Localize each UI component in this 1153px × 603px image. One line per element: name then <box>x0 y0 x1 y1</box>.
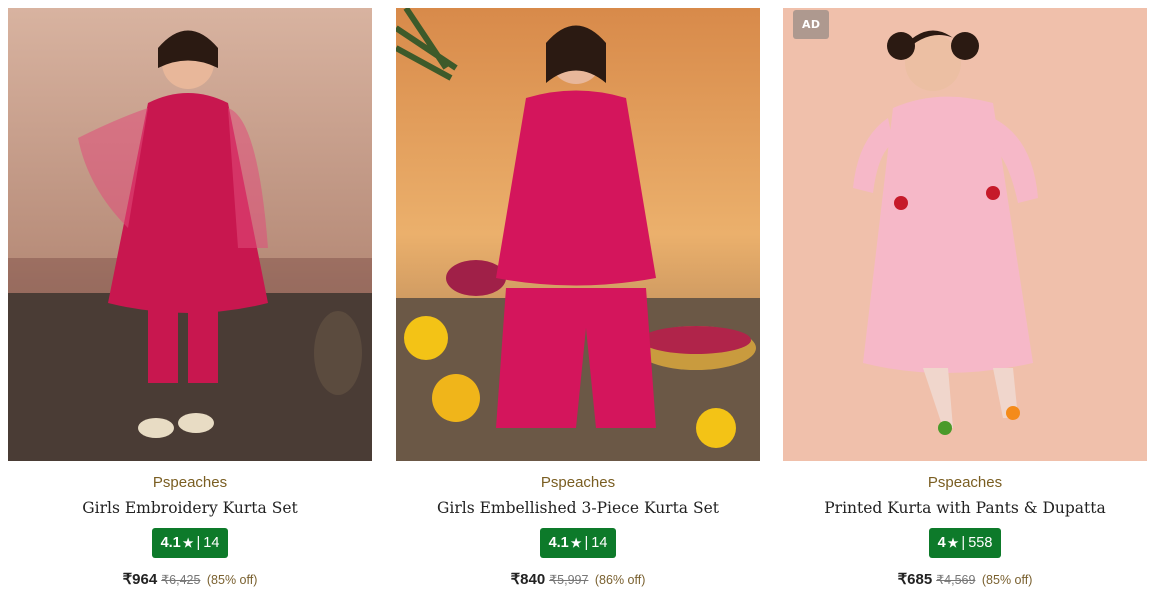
price-row: ₹685 ₹4,569 (85% off) <box>783 570 1147 589</box>
rating-container: 4.1 ★ | 14 <box>8 528 372 558</box>
product-brand[interactable]: Pspeaches <box>783 474 1147 491</box>
product-grid: Pspeaches Girls Embroidery Kurta Set 4.1… <box>0 0 1153 603</box>
rating-container: 4 ★ | 558 <box>783 528 1147 558</box>
product-brand[interactable]: Pspeaches <box>8 474 372 491</box>
rating-separator: | <box>961 535 966 551</box>
rating-badge: 4.1 ★ | 14 <box>539 528 617 558</box>
rating-value: 4.1 <box>160 535 181 551</box>
original-price: ₹5,997 <box>549 573 589 587</box>
product-title[interactable]: Girls Embroidery Kurta Set <box>8 499 372 517</box>
selling-price: ₹685 <box>897 571 933 588</box>
product-title[interactable]: Printed Kurta with Pants & Dupatta <box>783 499 1147 517</box>
rating-separator: | <box>584 535 589 551</box>
rating-separator: | <box>196 535 201 551</box>
star-icon: ★ <box>947 536 959 550</box>
rating-count: 14 <box>591 535 608 551</box>
product-image[interactable] <box>396 8 760 461</box>
original-price: ₹4,569 <box>936 573 976 587</box>
discount-label: (85% off) <box>981 573 1033 587</box>
rating-count: 558 <box>968 535 993 551</box>
rating-badge: 4 ★ | 558 <box>928 528 1002 558</box>
rating-value: 4 <box>937 535 946 551</box>
original-price: ₹6,425 <box>161 573 201 587</box>
rating-value: 4.1 <box>548 535 569 551</box>
ad-badge: AD <box>793 10 830 39</box>
product-card[interactable]: Pspeaches Girls Embellished 3-Piece Kurt… <box>396 0 760 603</box>
product-card[interactable]: Pspeaches Girls Embroidery Kurta Set 4.1… <box>8 0 372 603</box>
product-title[interactable]: Girls Embellished 3-Piece Kurta Set <box>396 499 760 517</box>
rating-count: 14 <box>203 535 220 551</box>
product-card[interactable]: AD Pspeaches Printed Kurta with Pants & … <box>783 0 1147 603</box>
product-brand[interactable]: Pspeaches <box>396 474 760 491</box>
product-image[interactable] <box>783 8 1147 461</box>
selling-price: ₹840 <box>510 571 546 588</box>
star-icon: ★ <box>182 536 194 550</box>
rating-container: 4.1 ★ | 14 <box>396 528 760 558</box>
price-row: ₹840 ₹5,997 (86% off) <box>396 570 760 589</box>
star-icon: ★ <box>570 536 582 550</box>
price-row: ₹964 ₹6,425 (85% off) <box>8 570 372 589</box>
discount-label: (85% off) <box>206 573 258 587</box>
product-image[interactable] <box>8 8 372 461</box>
discount-label: (86% off) <box>594 573 646 587</box>
rating-badge: 4.1 ★ | 14 <box>151 528 229 558</box>
selling-price: ₹964 <box>122 571 158 588</box>
